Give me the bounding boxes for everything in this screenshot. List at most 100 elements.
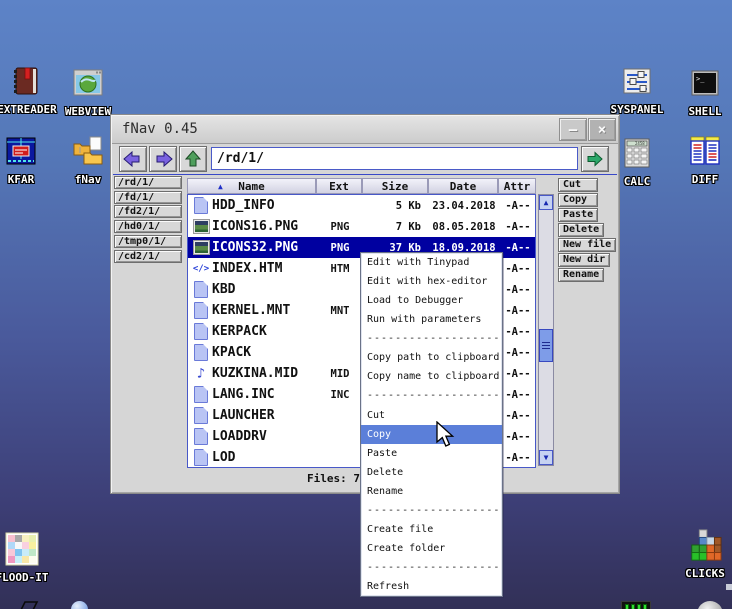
desktop-icon-diff[interactable]: DIFF bbox=[670, 134, 732, 186]
desktop-icon-label: CALC bbox=[623, 175, 651, 188]
new-dir-button[interactable]: New dir bbox=[558, 253, 611, 267]
file-ext: HTM bbox=[330, 262, 350, 275]
file-name: LOD bbox=[212, 450, 236, 465]
desktop-icon-clicks[interactable]: CLICKS bbox=[670, 528, 732, 580]
desktop-icon-flood-it[interactable]: FLOOD-IT bbox=[0, 532, 57, 584]
partial-icon-orb[interactable] bbox=[71, 601, 88, 609]
svg-text:>_: >_ bbox=[696, 75, 705, 83]
column-header-attr[interactable]: Attr bbox=[498, 178, 536, 194]
desktop-icon-label: WEBVIEW bbox=[64, 105, 112, 118]
file-ext bbox=[317, 405, 363, 426]
desktop-icon-label: CLICKS bbox=[685, 567, 725, 580]
drive-button-rd1[interactable]: /rd/1/ bbox=[114, 176, 182, 189]
file-type-icon bbox=[194, 281, 208, 298]
file-name: KBD bbox=[212, 282, 236, 297]
rename-button[interactable]: Rename bbox=[558, 268, 605, 282]
column-header-size[interactable]: Size bbox=[362, 178, 428, 194]
back-arrow-icon bbox=[123, 151, 140, 167]
menu-item-paste[interactable]: Paste bbox=[361, 444, 502, 463]
file-attr: -A-- bbox=[505, 220, 531, 233]
file-type-icon bbox=[192, 219, 210, 234]
file-attr: -A-- bbox=[505, 325, 531, 338]
up-arrow-icon bbox=[185, 150, 201, 167]
partial-icon-mark bbox=[726, 584, 732, 590]
sort-arrow-icon: ▲ bbox=[218, 182, 223, 191]
table-row[interactable]: ICONS16.PNG PNG 7 Kb 08.05.2018 -A-- bbox=[188, 216, 535, 237]
file-ext bbox=[317, 342, 363, 363]
minimize-button[interactable]: – bbox=[559, 118, 587, 141]
close-button[interactable]: × bbox=[588, 118, 616, 141]
folders-icon bbox=[71, 134, 105, 168]
menu-item-cut[interactable]: Cut bbox=[361, 406, 502, 425]
drive-button-cd21[interactable]: /cd2/1/ bbox=[114, 250, 182, 263]
menu-item-create-folder[interactable]: Create folder bbox=[361, 539, 502, 558]
menu-item-delete[interactable]: Delete bbox=[361, 463, 502, 482]
file-type-icon bbox=[192, 240, 210, 255]
menu-item-run-with-parameters[interactable]: Run with parameters bbox=[361, 310, 502, 329]
menu-item-refresh[interactable]: Refresh bbox=[361, 577, 502, 596]
cut-button[interactable]: Cut bbox=[558, 178, 598, 192]
file-name: LOADDRV bbox=[212, 429, 267, 444]
paste-button[interactable]: Paste bbox=[558, 208, 599, 222]
calculator-icon: 2458 bbox=[620, 136, 654, 170]
svg-text:2458: 2458 bbox=[635, 141, 645, 146]
drive-button-tmp01[interactable]: /tmp0/1/ bbox=[114, 235, 182, 248]
file-list-header: ▲ Name Ext Size Date Attr bbox=[187, 178, 536, 194]
menu-item-edit-with-hex-editor[interactable]: Edit with hex-editor bbox=[361, 272, 502, 291]
partial-icon-outline[interactable] bbox=[18, 601, 40, 609]
scroll-up-button[interactable]: ▲ bbox=[539, 195, 553, 210]
context-menu: Edit with Tinypad Edit with hex-editor Loa… bbox=[360, 252, 503, 597]
forward-button[interactable] bbox=[149, 146, 177, 172]
go-button[interactable] bbox=[581, 146, 609, 172]
partial-icon-cpu-monitor[interactable] bbox=[621, 601, 651, 609]
menu-item-rename[interactable]: Rename bbox=[361, 482, 502, 501]
file-size: 5 Kb bbox=[395, 199, 421, 212]
menu-item-create-file[interactable]: Create file bbox=[361, 520, 502, 539]
column-header-name[interactable]: ▲ Name bbox=[187, 178, 316, 194]
desktop-icon-webview[interactable]: WEBVIEW bbox=[53, 66, 123, 118]
file-type-icon bbox=[194, 197, 208, 214]
desktop-icon-kfar[interactable]: KFAR bbox=[0, 134, 56, 186]
desktop-icon-syspanel[interactable]: SYSPANEL bbox=[602, 64, 672, 116]
column-header-date[interactable]: Date bbox=[428, 178, 498, 194]
menu-item-copy-name-to-clipboard[interactable]: Copy name to clipboard bbox=[361, 367, 502, 386]
file-date: 08.05.2018 bbox=[432, 220, 496, 233]
file-ext bbox=[317, 195, 363, 216]
back-button[interactable] bbox=[119, 146, 147, 172]
up-button[interactable] bbox=[179, 146, 207, 172]
drive-button-hd01[interactable]: /hd0/1/ bbox=[114, 220, 182, 233]
desktop-icon-shell[interactable]: >_ SHELL bbox=[670, 66, 732, 118]
delete-button[interactable]: Delete bbox=[558, 223, 605, 237]
go-arrow-icon bbox=[587, 151, 603, 167]
file-type-icon: ♪ bbox=[196, 365, 206, 382]
path-input[interactable]: /rd/1/ bbox=[211, 147, 578, 170]
new-file-button[interactable]: New file bbox=[558, 238, 617, 252]
copy-button[interactable]: Copy bbox=[558, 193, 598, 207]
scroll-down-button[interactable]: ▼ bbox=[539, 450, 553, 465]
menu-item-edit-with-tinypad[interactable]: Edit with Tinypad bbox=[361, 253, 502, 272]
drive-button-fd1[interactable]: /fd/1/ bbox=[114, 191, 182, 204]
file-attr: -A-- bbox=[505, 430, 531, 443]
menu-item-load-to-debugger[interactable]: Load to Debugger bbox=[361, 291, 502, 310]
menu-item-copy-path-to-clipboard[interactable]: Copy path to clipboard bbox=[361, 348, 502, 367]
file-name: KUZKINA.MID bbox=[212, 366, 299, 381]
window-titlebar[interactable]: fNav 0.45 – × bbox=[112, 116, 618, 144]
file-ext: INC bbox=[330, 388, 350, 401]
menu-item-copy[interactable]: Copy bbox=[361, 424, 502, 444]
table-row[interactable]: HDD_INFO 5 Kb 23.04.2018 -A-- bbox=[188, 195, 535, 216]
mouse-cursor bbox=[436, 421, 456, 449]
column-header-ext[interactable]: Ext bbox=[316, 178, 362, 194]
file-name: ICONS32.PNG bbox=[212, 240, 299, 255]
file-type-icon bbox=[194, 344, 208, 361]
file-name: KERNEL.MNT bbox=[212, 303, 291, 318]
terminal-icon: >_ bbox=[688, 66, 722, 100]
file-name: LANG.INC bbox=[212, 387, 275, 402]
vertical-scrollbar[interactable]: ▲ ▼ bbox=[538, 194, 554, 466]
drive-button-fd21[interactable]: /fd2/1/ bbox=[114, 205, 182, 218]
scrollbar-thumb[interactable] bbox=[539, 329, 553, 362]
file-type-icon bbox=[194, 386, 208, 403]
file-name: KPACK bbox=[212, 345, 252, 360]
file-attr: -A-- bbox=[505, 262, 531, 275]
partial-icon-cd[interactable] bbox=[697, 601, 723, 609]
file-type-icon bbox=[194, 449, 208, 466]
